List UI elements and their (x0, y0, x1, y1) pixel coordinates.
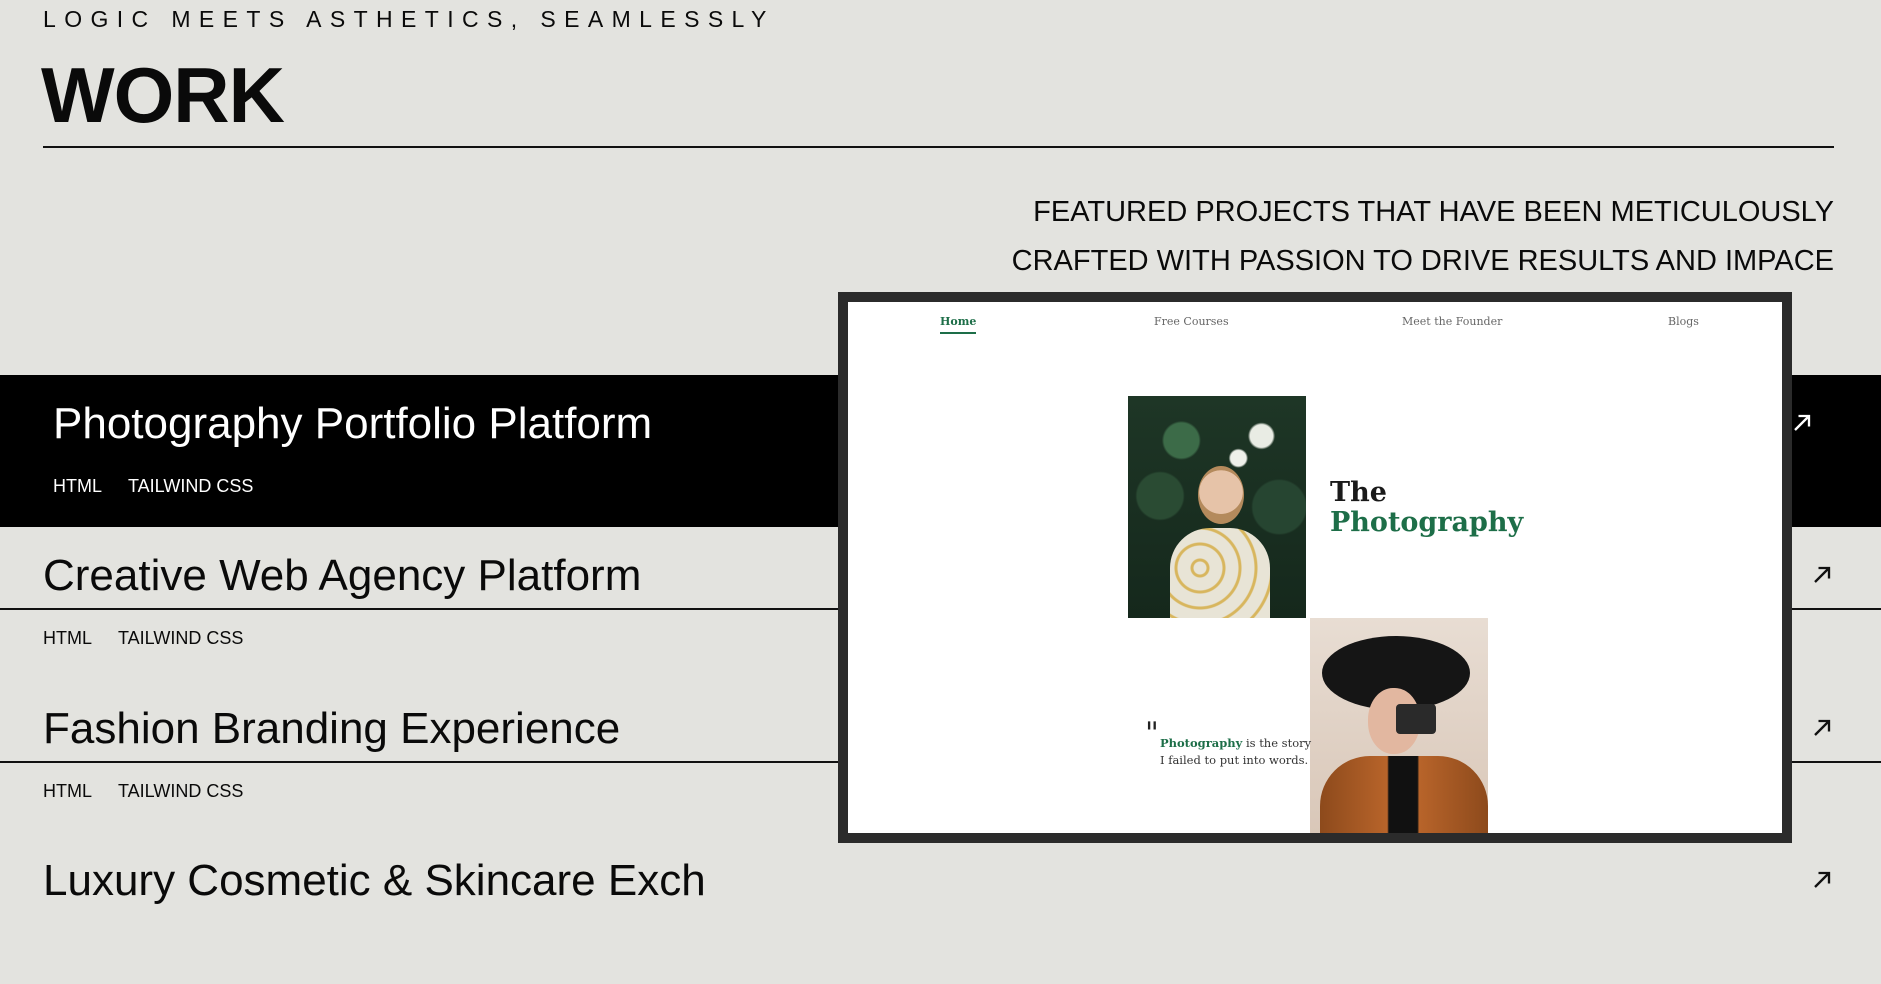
tag-tailwind: TAILWIND CSS (128, 476, 254, 496)
arrow-up-right-icon[interactable] (1788, 409, 1816, 437)
project-tags: HTML TAILWIND CSS (43, 628, 243, 649)
preview-nav-free-courses: Free Courses (1154, 315, 1229, 328)
preview-photo-woman-camera (1310, 618, 1488, 833)
preview-title-line1: The (1330, 477, 1387, 508)
page-heading: WORK (41, 51, 285, 139)
preview-nav-founder: Meet the Founder (1402, 315, 1503, 328)
arrow-up-right-icon[interactable] (1808, 714, 1836, 742)
quote-rest: is the story (1242, 736, 1312, 750)
project-preview-card: Home Free Courses Meet the Founder Blogs… (838, 292, 1792, 843)
project-title: Creative Web Agency Platform (43, 551, 642, 600)
heading-divider (43, 146, 1834, 148)
tag-html: HTML (43, 628, 92, 648)
arrow-up-right-icon[interactable] (1808, 561, 1836, 589)
preview-title-line2: Photography (1330, 507, 1524, 538)
project-tags: HTML TAILWIND CSS (53, 476, 253, 497)
project-title: Luxury Cosmetic & Skincare Exch (43, 856, 706, 905)
project-title: Fashion Branding Experience (43, 704, 621, 753)
preview-title: The Photography (1330, 478, 1523, 538)
quote-highlight: Photography (1160, 736, 1243, 750)
quote-line2: I failed to put into words. (1160, 753, 1309, 767)
preview-quote: Photography is the story I failed to put… (1160, 735, 1311, 769)
preview-nav-home: Home (940, 315, 977, 334)
preview-nav-blogs: Blogs (1668, 315, 1699, 328)
quote-mark-icon: " (1145, 716, 1159, 751)
tag-html: HTML (43, 781, 92, 801)
tag-tailwind: TAILWIND CSS (118, 781, 244, 801)
project-tags: HTML TAILWIND CSS (43, 781, 243, 802)
project-title: Photography Portfolio Platform (53, 399, 653, 448)
project-row-luxury-cosmetic[interactable]: Luxury Cosmetic & Skincare Exch (0, 832, 1881, 984)
tagline: LOGIC MEETS ASTHETICS, SEAMLESSLY (43, 6, 775, 32)
preview-photo-woman-flowers (1128, 396, 1306, 618)
intro-text: FEATURED PROJECTS THAT HAVE BEEN METICUL… (1011, 196, 1834, 277)
tag-html: HTML (53, 476, 102, 496)
tag-tailwind: TAILWIND CSS (118, 628, 244, 648)
arrow-up-right-icon[interactable] (1808, 866, 1836, 894)
preview-screenshot: Home Free Courses Meet the Founder Blogs… (848, 302, 1782, 833)
